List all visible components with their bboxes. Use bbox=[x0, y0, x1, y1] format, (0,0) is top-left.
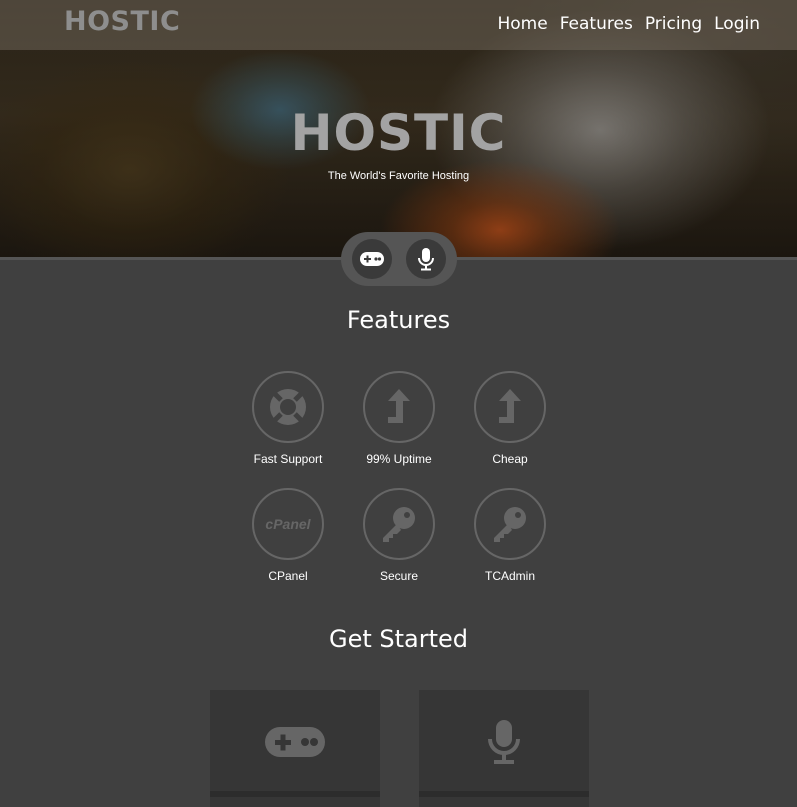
feature-icon-circle bbox=[363, 371, 435, 443]
navbar: HOSTIC Home Features Pricing Login bbox=[0, 0, 797, 50]
feature-label: TCAdmin bbox=[484, 569, 535, 583]
feature-cpanel: cPanel CPanel bbox=[228, 488, 348, 583]
hero-subtitle: The World's Favorite Hosting bbox=[327, 170, 470, 182]
cpanel-logo-icon: cPanel bbox=[265, 516, 311, 532]
feature-fast-support: Fast Support bbox=[228, 371, 348, 466]
get-started-heading: Get Started bbox=[328, 625, 469, 653]
arrow-up-icon bbox=[499, 389, 521, 423]
microphone-icon bbox=[488, 719, 520, 764]
feature-label: Cheap bbox=[492, 452, 528, 466]
features-heading: Features bbox=[346, 306, 451, 334]
key-icon bbox=[494, 507, 526, 542]
feature-icon-circle bbox=[252, 371, 324, 443]
get-started-gaming-card[interactable] bbox=[210, 690, 380, 807]
get-started-voice-card[interactable] bbox=[419, 690, 589, 807]
gamepad-icon bbox=[360, 252, 384, 266]
gamepad-icon bbox=[265, 726, 325, 757]
nav-menu: Home Features Pricing Login bbox=[498, 14, 761, 34]
microphone-icon bbox=[418, 248, 434, 271]
feature-icon-circle: cPanel bbox=[252, 488, 324, 560]
feature-label: Secure bbox=[379, 569, 419, 583]
arrow-up-icon bbox=[388, 389, 410, 423]
nav-home[interactable]: Home bbox=[498, 14, 548, 34]
feature-label: Fast Support bbox=[253, 452, 323, 466]
microphone-button[interactable] bbox=[406, 239, 446, 279]
feature-icon-circle bbox=[474, 371, 546, 443]
nav-login[interactable]: Login bbox=[714, 14, 760, 34]
feature-cheap: Cheap bbox=[450, 371, 570, 466]
key-icon bbox=[383, 507, 415, 542]
gamepad-button[interactable] bbox=[352, 239, 392, 279]
brand-logo[interactable]: HOSTIC bbox=[64, 6, 180, 37]
feature-icon-circle bbox=[474, 488, 546, 560]
feature-tcadmin: TCAdmin bbox=[450, 488, 570, 583]
feature-icon-circle bbox=[363, 488, 435, 560]
feature-label: CPanel bbox=[268, 569, 308, 583]
service-toggle bbox=[341, 232, 457, 286]
feature-secure: Secure bbox=[339, 488, 459, 583]
feature-label: 99% Uptime bbox=[366, 452, 432, 466]
card-footer-bar bbox=[419, 791, 589, 797]
nav-features[interactable]: Features bbox=[560, 14, 633, 34]
card-footer-bar bbox=[210, 791, 380, 797]
feature-uptime: 99% Uptime bbox=[339, 371, 459, 466]
hero-title: HOSTIC bbox=[290, 104, 507, 162]
lifebuoy-icon bbox=[270, 389, 306, 425]
nav-pricing[interactable]: Pricing bbox=[645, 14, 702, 34]
